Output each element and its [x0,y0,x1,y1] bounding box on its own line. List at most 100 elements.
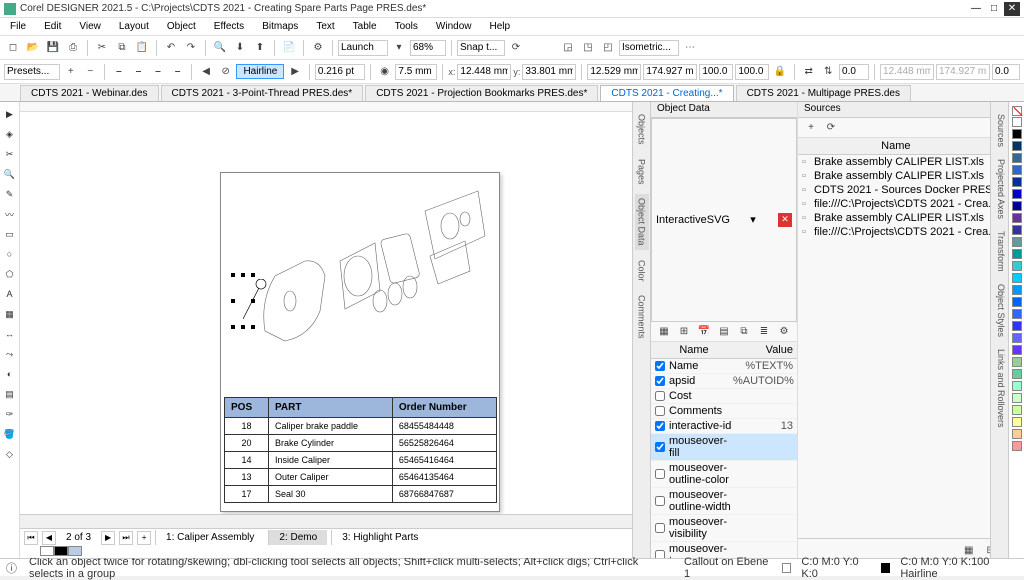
lock-ratio-icon[interactable]: 🔒 [771,63,789,81]
shape-tool-icon[interactable]: ◈ [2,126,18,142]
od-gear-icon[interactable]: ⚙ [775,322,793,340]
field-checkbox[interactable] [655,421,665,431]
color-swatch[interactable] [1012,189,1022,199]
color-swatch[interactable] [1012,129,1022,139]
freehand-tool-icon[interactable]: ✎ [2,186,18,202]
x-input[interactable] [457,64,511,80]
connector-tool-icon[interactable]: ⤳ [2,346,18,362]
menu-layout[interactable]: Layout [113,20,155,33]
object-data-row[interactable]: interactive-id13 [651,419,797,434]
color-swatch[interactable] [1012,285,1022,295]
od-expand-icon[interactable]: ⊞ [675,322,693,340]
snap-combo[interactable] [457,40,505,56]
last-page-icon[interactable]: ⏭ [119,531,133,545]
docker-tab-object-data[interactable]: Object Data [635,194,649,250]
color-swatch[interactable] [1012,177,1022,187]
docker-tab-objects[interactable]: Objects [635,110,649,149]
rotation-input[interactable] [839,64,869,80]
od-grid-icon[interactable]: ▤ [715,322,733,340]
rectangle-tool-icon[interactable]: ▭ [2,226,18,242]
close-button[interactable]: ✕ [1004,2,1020,16]
zoom-tool-icon[interactable]: 🔍 [2,166,18,182]
color-swatch[interactable] [1012,117,1022,127]
color-swatch[interactable] [1012,273,1022,283]
color-swatch[interactable] [1012,309,1022,319]
field-checkbox[interactable] [655,442,665,452]
new-icon[interactable]: ◻ [4,39,22,57]
color-swatch[interactable] [1012,369,1022,379]
color-swatch[interactable] [1012,213,1022,223]
next-page-icon[interactable]: ▶ [101,531,115,545]
color-swatch[interactable] [1012,165,1022,175]
od-sheet-icon[interactable]: ▦ [655,322,673,340]
save-icon[interactable]: 💾 [44,39,62,57]
options-icon[interactable]: ⚙ [309,39,327,57]
w2-input[interactable] [880,64,934,80]
canvas[interactable]: POS PART Order Number 18Caliper brake pa… [20,112,632,514]
linestyle2-icon[interactable]: ⎯ [130,63,148,81]
field-checkbox[interactable] [655,391,665,401]
horizontal-scrollbar[interactable] [20,514,632,528]
doc-tab[interactable]: CDTS 2021 - Webinar.des [20,85,159,101]
copy-icon[interactable]: ⧉ [113,39,131,57]
h2-input[interactable] [936,64,990,80]
linestyle1-icon[interactable]: ⎯ [110,63,128,81]
sources-add-icon[interactable]: + [802,119,820,137]
doc-tab[interactable]: CDTS 2021 - 3-Point-Thread PRES.des* [161,85,364,101]
object-data-row[interactable]: Name%TEXT% [651,359,797,374]
menu-text[interactable]: Text [310,20,340,33]
drawing-scale-combo[interactable] [619,40,679,56]
docker-tab-obj-styles[interactable]: Object Styles [991,280,1008,341]
docker-tab-links[interactable]: Links and Rollovers [991,345,1008,432]
color-swatch[interactable] [1012,261,1022,271]
w-input[interactable] [587,64,641,80]
page-tab-active[interactable]: 2: Demo [268,530,327,545]
docker-tab-pages[interactable]: Pages [635,155,649,189]
color-swatch[interactable] [1012,333,1022,343]
print-icon[interactable]: ⎙ [64,39,82,57]
color-swatch[interactable] [1012,153,1022,163]
dimension-tool-icon[interactable]: ↔ [2,326,18,342]
palette-swatch[interactable] [54,546,68,556]
field-checkbox[interactable] [655,496,665,506]
field-checkbox[interactable] [655,406,665,416]
object-data-row[interactable]: mouseover-visibility [651,515,797,542]
outline-width-hairline[interactable]: Hairline [236,64,284,79]
transparency-tool-icon[interactable]: ▤ [2,386,18,402]
od-calendar-icon[interactable]: 📅 [695,322,713,340]
table-tool-icon[interactable]: ▦ [2,306,18,322]
add-preset-icon[interactable]: + [62,63,80,81]
no-color-swatch[interactable] [1012,106,1022,116]
pick-tool-icon[interactable]: ▶ [2,106,18,122]
3d-right-icon[interactable]: ◳ [579,39,597,57]
docker-tab-sources[interactable]: Sources [991,110,1008,151]
artistic-tool-icon[interactable]: 〰 [2,206,18,222]
field-checkbox[interactable] [655,523,665,533]
3d-top-icon[interactable]: ◰ [599,39,617,57]
polygon-tool-icon[interactable]: ⬠ [2,266,18,282]
object-data-row[interactable]: Comments [651,404,797,419]
docker-tab-comments[interactable]: Comments [635,291,649,343]
nofill-icon[interactable]: ⊘ [217,63,235,81]
object-data-row[interactable]: apsid%AUTOID% [651,374,797,389]
import-icon[interactable]: ⬇ [231,39,249,57]
field-checkbox[interactable] [655,361,665,371]
prev-page-icon[interactable]: ◀ [42,531,56,545]
color-swatch[interactable] [1012,249,1022,259]
h-input[interactable] [643,64,697,80]
docker-tab-color[interactable]: Color [635,256,649,286]
arrowend-icon[interactable]: ▶ [286,63,304,81]
color-swatch[interactable] [1012,141,1022,151]
doc-tab-active[interactable]: CDTS 2021 - Creating...* [600,85,733,101]
minimize-button[interactable]: — [968,2,984,16]
eyedropper-tool-icon[interactable]: ✑ [2,406,18,422]
first-page-icon[interactable]: ⏮ [24,531,38,545]
menu-window[interactable]: Window [430,20,478,33]
arrowstart-icon[interactable]: ◀ [197,63,215,81]
color-swatch[interactable] [1012,201,1022,211]
open-icon[interactable]: 📂 [24,39,42,57]
docker-tab-transform[interactable]: Transform [991,227,1008,276]
zoom-input[interactable] [410,40,446,56]
fill-swatch-icon[interactable] [782,563,791,573]
color-swatch[interactable] [1012,393,1022,403]
